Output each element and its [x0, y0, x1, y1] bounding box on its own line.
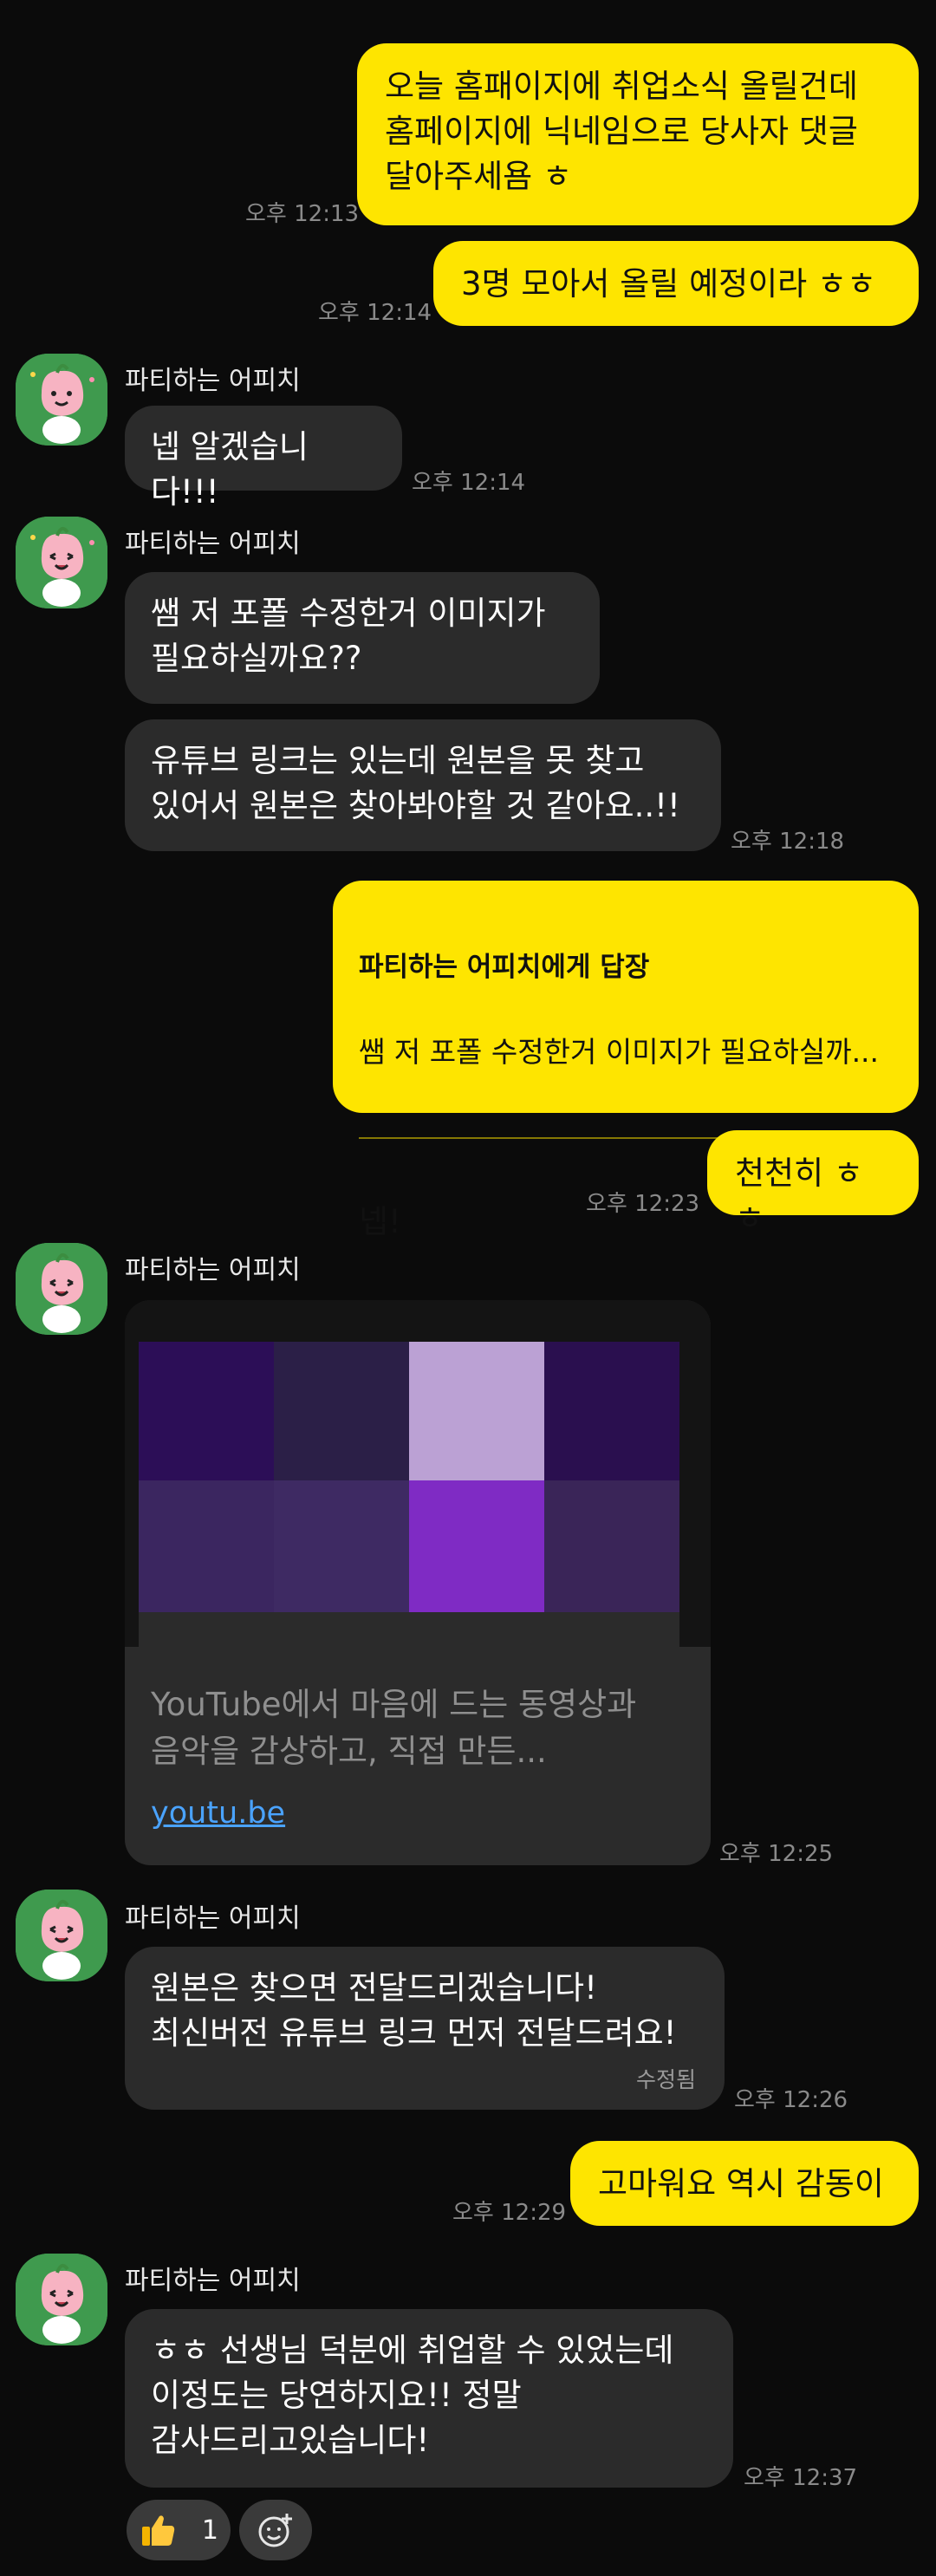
- their-message-bubble[interactable]: 넵 알겠습니다!!!: [125, 406, 402, 511]
- avatar[interactable]: [16, 354, 107, 446]
- their-message-bubble[interactable]: 쌤 저 포폴 수정한거 이미지가 필요하실까요??: [125, 572, 600, 704]
- their-message-bubble[interactable]: ㅎㅎ 선생님 덕분에 취업할 수 있었는데 이정도는 당연하지요!! 정말 감사…: [125, 2309, 733, 2488]
- message-time: 오후 12:23: [586, 1191, 700, 1217]
- reaction-count: 1: [201, 2514, 218, 2546]
- avatar[interactable]: [16, 1890, 107, 1981]
- their-message-bubble[interactable]: 원본은 찾으면 전달드리겠습니다! 최신버전 유튜브 링크 먼저 전달드려요!: [125, 1947, 725, 2110]
- link-description: YouTube에서 마음에 드는 동영상과 음악을 감상하고, 직접 만든...: [151, 1686, 637, 1770]
- reply-quote[interactable]: 쌤 저 포폴 수정한거 이미지가 필요하실까...: [359, 1031, 893, 1073]
- sender-name: 파티하는 어피치: [125, 529, 301, 559]
- sender-name: 파티하는 어피치: [125, 1255, 301, 1285]
- message-time: 오후 12:26: [734, 2087, 848, 2113]
- avatar[interactable]: [16, 517, 107, 608]
- edited-label: 수정됨: [636, 2067, 697, 2092]
- thumbs-up-reaction[interactable]: 1: [127, 2500, 231, 2560]
- message-time: 오후 12:13: [245, 201, 360, 227]
- link-thumbnail[interactable]: [125, 1300, 711, 1647]
- reply-target: 파티하는 어피치에게 답장: [359, 952, 650, 983]
- message-time: 오후 12:29: [452, 2200, 567, 2226]
- my-message-bubble[interactable]: 3명 모아서 올릴 예정이라 ㅎㅎ: [433, 241, 919, 326]
- apeach-avatar-icon: [16, 517, 107, 608]
- sender-name: 파티하는 어피치: [125, 366, 301, 396]
- my-message-bubble[interactable]: 고마워요 역시 감동이: [570, 2141, 919, 2226]
- reply-message-bubble[interactable]: 파티하는 어피치에게 답장 쌤 저 포폴 수정한거 이미지가 필요하실까... …: [333, 881, 919, 1240]
- sender-name: 파티하는 어피치: [125, 2266, 301, 2296]
- add-reaction-icon: [256, 2510, 296, 2550]
- apeach-avatar-icon: [16, 1890, 107, 1981]
- apeach-avatar-icon: [16, 1243, 107, 1335]
- thumbs-up-icon: [139, 2511, 177, 2549]
- link-preview-card[interactable]: YouTube에서 마음에 드는 동영상과 음악을 감상하고, 직접 만든...…: [125, 1300, 711, 1865]
- avatar[interactable]: [16, 2254, 107, 2345]
- my-message-bubble[interactable]: 천천히 ㅎㅎ: [707, 1130, 919, 1237]
- message-time: 오후 12:18: [731, 829, 845, 855]
- pixelated-thumbnail-image: [125, 1300, 711, 1647]
- link-url[interactable]: youtu.be: [151, 1796, 285, 1831]
- message-time: 오후 12:37: [744, 2465, 858, 2491]
- apeach-avatar-icon: [16, 354, 107, 446]
- message-time: 오후 12:25: [719, 1841, 834, 1867]
- sender-name: 파티하는 어피치: [125, 1903, 301, 1934]
- add-reaction-button[interactable]: [239, 2500, 312, 2560]
- message-time: 오후 12:14: [412, 470, 526, 496]
- avatar[interactable]: [16, 1243, 107, 1335]
- message-time: 오후 12:14: [318, 300, 432, 326]
- apeach-avatar-icon: [16, 2254, 107, 2345]
- their-message-bubble[interactable]: 유튜브 링크는 있는데 원본을 못 찾고 있어서 원본은 찾아봐야할 것 같아요…: [125, 719, 721, 851]
- my-message-bubble[interactable]: 오늘 홈패이지에 취업소식 올릴건데 홈페이지에 닉네임으로 당사자 댓글 달아…: [357, 43, 919, 225]
